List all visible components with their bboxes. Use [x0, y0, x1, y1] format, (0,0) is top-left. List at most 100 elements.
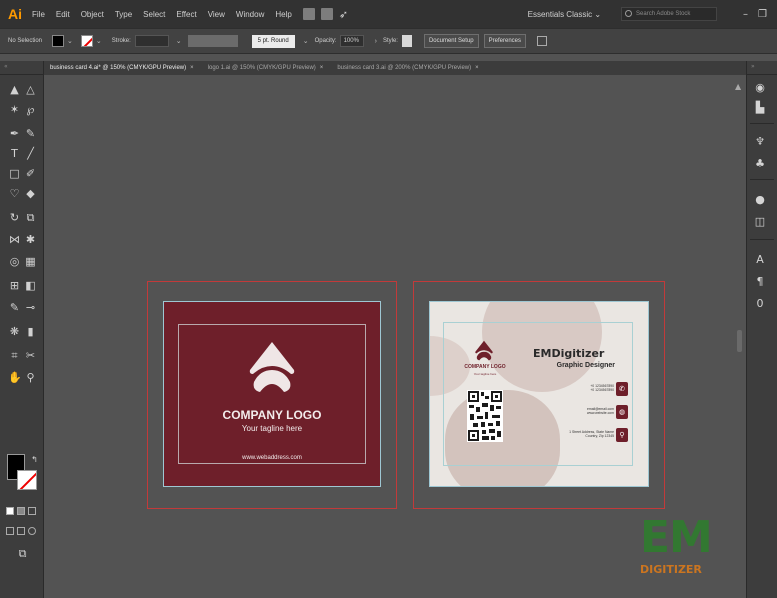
menu-view[interactable]: View [208, 10, 225, 19]
lasso-tool-icon[interactable]: ℘ [24, 103, 37, 116]
opacity-label[interactable]: Opacity: [315, 38, 337, 44]
menu-help[interactable]: Help [275, 10, 291, 19]
slice-tool-icon[interactable]: ✂ [24, 349, 37, 362]
business-card-back[interactable]: COMPANY LOGO Your tagline here EMDigitiz… [429, 301, 649, 487]
line-tool-icon[interactable]: ╱ [24, 147, 37, 160]
gradient-tool-icon[interactable]: ◧ [24, 279, 37, 292]
shape-builder-tool-icon[interactable]: ◎ [8, 255, 21, 268]
selection-tool-icon[interactable]: ▲ [8, 83, 21, 96]
style-label: Style: [382, 38, 398, 44]
width-tool-icon[interactable]: ⋈ [8, 233, 21, 246]
scroll-up-arrow-icon[interactable]: ▲ [735, 82, 741, 91]
curvature-tool-icon[interactable]: ✎ [24, 127, 37, 140]
swap-fill-stroke-icon[interactable]: ↰ [28, 453, 41, 466]
close-icon[interactable]: × [320, 65, 324, 71]
paintbrush-tool-icon[interactable]: ✐ [24, 167, 37, 180]
symbols-panel-icon[interactable]: ♣ [753, 157, 767, 171]
shaper-tool-icon[interactable]: ♡ [8, 187, 21, 200]
chevron-down-icon[interactable]: ⌄ [176, 37, 182, 45]
menu-select[interactable]: Select [143, 10, 165, 19]
color-mode-icon[interactable] [6, 507, 14, 515]
stroke-swatch[interactable] [80, 35, 93, 47]
color-panel-icon[interactable]: ◉ [753, 81, 767, 95]
layers-panel-icon[interactable]: ◫ [753, 215, 767, 229]
control-bar: No Selection ⌄ ⌄ Stroke: ⌄ 5 pt. Round ⌄… [0, 28, 777, 54]
document-panel-icon[interactable]: ▙ [753, 101, 767, 115]
person-name: EMDigitizer [533, 347, 605, 360]
character-panel-icon[interactable]: A [753, 253, 767, 267]
menu-edit[interactable]: Edit [56, 10, 70, 19]
tab-logo-1[interactable]: logo 1.ai @ 150% (CMYK/GPU Preview) [208, 65, 316, 71]
eyedropper-tool-icon[interactable]: ✎ [8, 301, 21, 314]
stroke-color-box[interactable] [17, 470, 37, 490]
business-card-front[interactable]: COMPANY LOGO Your tagline here www.webad… [163, 301, 381, 487]
perspective-grid-tool-icon[interactable]: ▦ [24, 255, 37, 268]
zoom-tool-icon[interactable]: ⚲ [24, 371, 37, 384]
appearance-panel-icon[interactable]: ● [753, 193, 767, 207]
selection-status: No Selection [8, 38, 43, 44]
tab-business-card-3[interactable]: business card 3.ai @ 200% (CMYK/GPU Prev… [337, 65, 471, 71]
bridge-icon[interactable] [302, 8, 315, 20]
document-setup-button[interactable]: Document Setup [423, 34, 479, 48]
location-pin-icon: ⚲ [616, 428, 628, 442]
menu-file[interactable]: File [32, 10, 45, 19]
workspace-switcher[interactable]: Essentials Classic ⌄ [528, 10, 601, 19]
eraser-tool-icon[interactable]: ◆ [24, 187, 37, 200]
stroke-label[interactable]: Stroke: [112, 38, 131, 44]
column-graph-tool-icon[interactable]: ▮ [24, 325, 37, 338]
rotate-tool-icon[interactable]: ↻ [8, 211, 21, 224]
search-icon [625, 10, 633, 17]
none-mode-icon[interactable] [28, 507, 36, 515]
blend-tool-icon[interactable]: ⊸ [24, 301, 37, 314]
direct-selection-tool-icon[interactable]: △ [24, 83, 37, 96]
chevron-down-icon[interactable]: ⌄ [67, 37, 73, 45]
paragraph-panel-icon[interactable]: ¶ [753, 275, 767, 289]
type-tool-icon[interactable]: T [8, 147, 21, 160]
menu-bar: Ai File Edit Object Type Select Effect V… [0, 0, 777, 28]
variable-width-profile[interactable] [187, 35, 238, 47]
arrange-icon[interactable] [537, 36, 548, 46]
minimize-button[interactable]: – [743, 9, 748, 20]
arrange-documents-icon[interactable] [320, 8, 333, 20]
chevron-down-icon[interactable]: ⌄ [96, 37, 102, 45]
tab-business-card-4[interactable]: business card 4.ai* @ 150% (CMYK/GPU Pre… [50, 65, 186, 71]
graphic-style-swatch[interactable] [401, 35, 412, 47]
artboard-tool-icon[interactable]: ⌗ [8, 349, 21, 362]
pen-tool-icon[interactable]: ✒ [8, 127, 21, 140]
chevron-down-icon[interactable]: ⌄ [303, 37, 309, 45]
fill-swatch[interactable] [52, 35, 65, 47]
opentype-panel-icon[interactable]: 0 [753, 297, 767, 311]
puppet-warp-tool-icon[interactable]: ✱ [24, 233, 37, 246]
search-adobe-stock-input[interactable]: Search Adobe Stock [621, 7, 718, 21]
chevron-right-icon[interactable]: › [375, 38, 377, 45]
stroke-weight-stepper[interactable] [134, 35, 169, 47]
vertical-scrollbar-thumb[interactable] [737, 330, 742, 352]
brush-definition[interactable]: 5 pt. Round [251, 34, 295, 48]
brushes-panel-icon[interactable]: ♆ [753, 135, 767, 149]
back-company-name: COMPANY LOGO [464, 364, 506, 370]
symbol-sprayer-tool-icon[interactable]: ❋ [8, 325, 21, 338]
gradient-mode-icon[interactable] [17, 507, 25, 515]
scale-tool-icon[interactable]: ⧉ [24, 211, 37, 224]
draw-inside-icon[interactable] [28, 527, 36, 535]
opacity-input[interactable]: 100% [339, 35, 364, 47]
tools-panel-collapse[interactable]: « [0, 61, 43, 75]
hand-tool-icon[interactable]: ✋ [8, 371, 22, 384]
preferences-button[interactable]: Preferences [483, 34, 527, 48]
rectangle-tool-icon[interactable]: □ [8, 167, 21, 180]
watermark-text: DIGITIZER [640, 563, 702, 576]
draw-normal-icon[interactable] [6, 527, 14, 535]
draw-behind-icon[interactable] [17, 527, 25, 535]
restore-button[interactable]: ❐ [758, 9, 767, 20]
screen-mode-icon[interactable]: ⧉ [16, 547, 29, 560]
menu-type[interactable]: Type [115, 10, 132, 19]
menu-window[interactable]: Window [236, 10, 264, 19]
close-icon[interactable]: × [475, 65, 479, 71]
mesh-tool-icon[interactable]: ⊞ [8, 279, 21, 292]
close-icon[interactable]: × [190, 65, 194, 71]
menu-effect[interactable]: Effect [176, 10, 196, 19]
gpu-rocket-icon[interactable]: ➶ [339, 8, 348, 21]
magic-wand-tool-icon[interactable]: ✶ [8, 103, 21, 116]
panel-dock-collapse[interactable]: » [747, 61, 777, 75]
menu-object[interactable]: Object [81, 10, 104, 19]
